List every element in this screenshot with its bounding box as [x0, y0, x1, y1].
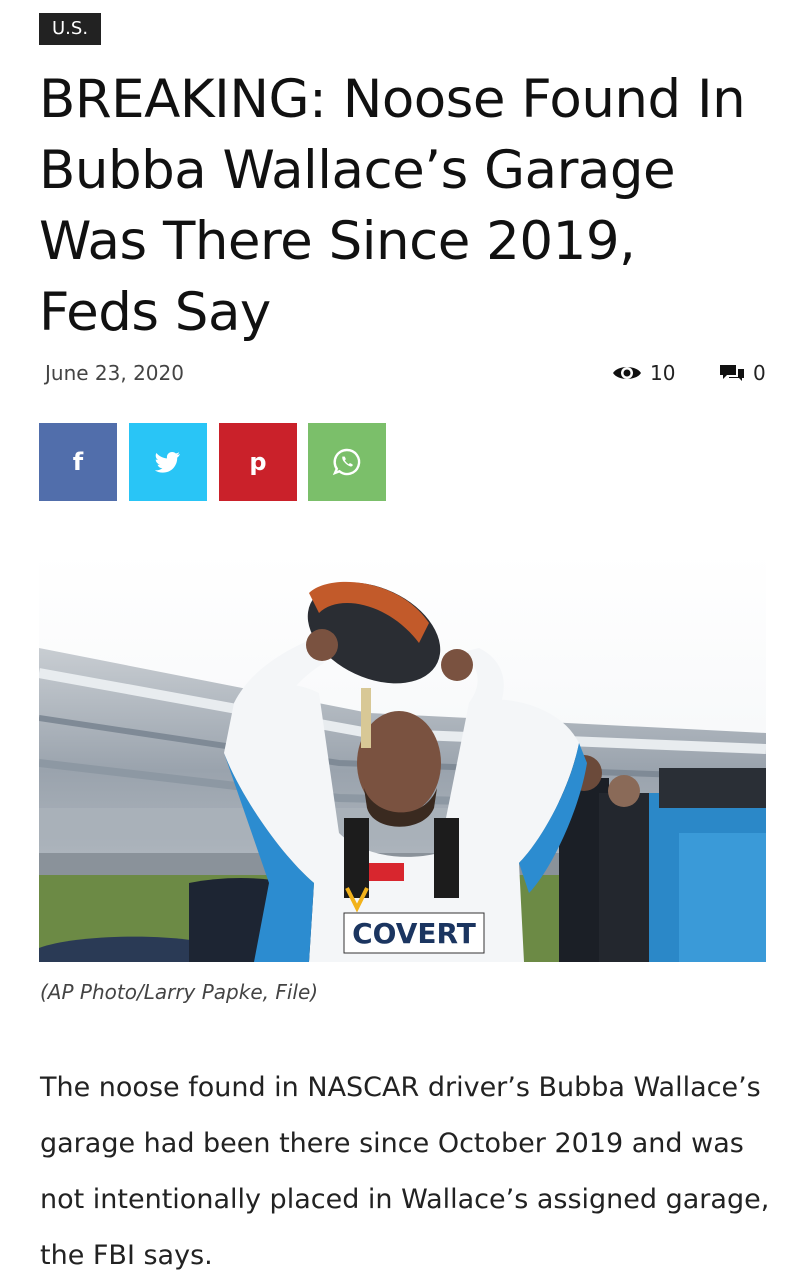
article-title: BREAKING: Noose Found In Bubba Wallace’s… — [39, 69, 746, 343]
share-facebook-button[interactable]: f — [39, 423, 117, 501]
article-photo: COVERT — [39, 553, 766, 962]
suit-sponsor-text: COVERT — [352, 917, 476, 950]
pinterest-icon: p — [249, 448, 267, 476]
comment-count[interactable]: 0 — [719, 361, 766, 385]
view-count: 10 — [612, 361, 675, 385]
share-twitter-button[interactable] — [129, 423, 207, 501]
comment-count-value: 0 — [753, 361, 766, 385]
twitter-bird-icon — [155, 452, 180, 473]
photo-caption: (AP Photo/Larry Papke, File) — [40, 980, 319, 1004]
eye-icon — [613, 367, 641, 379]
driver-photo-image: COVERT — [39, 553, 766, 962]
article-body: The noose found in NASCAR driver’s Bubba… — [40, 1072, 770, 1271]
comment-icon — [720, 365, 744, 381]
category-badge[interactable]: U.S. — [39, 13, 102, 45]
view-count-value: 10 — [650, 361, 676, 385]
share-whatsapp-button[interactable] — [308, 423, 386, 501]
publish-date: June 23, 2020 — [45, 361, 184, 385]
facebook-icon: f — [72, 448, 84, 476]
whatsapp-icon — [332, 448, 361, 476]
share-pinterest-button[interactable]: p — [219, 423, 297, 501]
